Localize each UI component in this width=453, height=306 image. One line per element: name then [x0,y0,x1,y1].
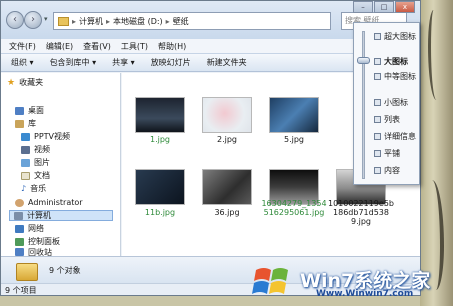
nav-pictures[interactable]: 图片 [21,157,50,168]
thumbnail-image [135,169,185,205]
content-icon [374,167,381,174]
view-option-medium-icons[interactable]: 中等图标 [374,71,416,82]
library-icon [15,119,24,128]
nav-music[interactable]: ♪ 音乐 [21,183,46,194]
view-menu: 超大图标 大图标 中等图标 小图标 列表 详细信息 平铺 内容 [353,22,420,185]
view-option-tiles[interactable]: 平铺 [374,148,400,159]
slideshow-button[interactable]: 放映幻灯片 [151,57,191,68]
new-folder-button[interactable]: 新建文件夹 [207,57,247,68]
nav-computer[interactable]: 计算机 [9,210,113,221]
document-icon [21,171,30,180]
share-button[interactable]: 共享 ▾ [112,57,135,68]
thumbnail-image [202,97,252,133]
extra-large-icons-icon [374,33,381,40]
slider-thumb[interactable] [357,57,370,64]
calligraphy-stroke [428,10,442,100]
medium-icons-icon [374,73,381,80]
nav-administrator[interactable]: Administrator [15,197,83,208]
organize-button[interactable]: 组织 ▾ [11,57,34,68]
small-icons-icon [374,99,381,106]
nav-favorites[interactable]: ★ 收藏夹 [7,77,43,88]
nav-desktop[interactable]: 桌面 [15,105,44,116]
computer-icon [14,211,23,220]
list-icon [374,116,381,123]
breadcrumb-computer[interactable]: 计算机 [79,16,103,27]
nav-recycle-bin[interactable]: 回收站 [15,248,52,256]
breadcrumb-wallpaper[interactable]: 壁纸 [173,16,189,27]
menu-edit[interactable]: 编辑(E) [46,41,73,52]
window-controls: – □ x [353,1,415,13]
menu-file[interactable]: 文件(F) [9,41,36,52]
desktop-background [420,0,453,306]
watermark-url: Www.Winwin7.com [316,289,414,299]
large-icons-icon [374,58,381,65]
network-icon [15,224,24,233]
view-option-details[interactable]: 详细信息 [374,131,416,142]
nav-documents[interactable]: 文档 [21,170,50,181]
windows-logo-icon [252,268,288,294]
menu-tools[interactable]: 工具(T) [121,41,148,52]
recycle-bin-icon [15,248,24,256]
thumbnail-image [269,97,319,133]
breadcrumb-drive-d[interactable]: 本地磁盘 (D:) [113,16,163,27]
music-icon: ♪ [21,184,27,193]
user-icon [15,198,24,207]
menu-view[interactable]: 查看(V) [83,41,111,52]
menu-help[interactable]: 帮助(H) [158,41,186,52]
folder-icon [58,16,69,26]
control-panel-icon [15,237,24,246]
view-option-content[interactable]: 内容 [374,165,400,176]
view-size-slider[interactable] [362,31,365,179]
maximize-button[interactable]: □ [374,1,394,13]
item-count: 9 个对象 [49,266,81,275]
navigation-pane: ★ 收藏夹 桌面 库 PPTV视频 视频 图片 文档 ♪ 音乐 Administ… [1,73,121,256]
details-icon [374,133,381,140]
star-icon: ★ [7,77,16,88]
back-button[interactable]: ‹ [6,11,24,29]
recent-pages-chevron-icon[interactable]: ▾ [44,15,48,23]
view-option-extra-large-icons[interactable]: 超大图标 [374,31,416,42]
pptv-icon [21,132,30,141]
video-icon [21,145,30,154]
thumbnail-image [135,97,185,133]
nav-control-panel[interactable]: 控制面板 [15,236,60,247]
thumbnail-image [202,169,252,205]
folder-icon [16,263,38,281]
close-button[interactable]: x [395,1,415,13]
view-option-list[interactable]: 列表 [374,114,400,125]
nav-libraries[interactable]: 库 [15,118,36,129]
include-in-library-button[interactable]: 包含到库中 ▾ [50,57,97,68]
nav-pptv-video[interactable]: PPTV视频 [21,131,70,142]
nav-video[interactable]: 视频 [21,144,50,155]
view-option-large-icons[interactable]: 大图标 [374,56,408,67]
picture-icon [21,158,30,167]
view-option-small-icons[interactable]: 小图标 [374,97,408,108]
nav-network[interactable]: 网络 [15,223,44,234]
minimize-button[interactable]: – [353,1,373,13]
forward-button[interactable]: › [24,11,42,29]
address-bar[interactable]: ▸ 计算机 ▸ 本地磁盘 (D:) ▸ 壁纸 [53,12,331,30]
desktop-icon [15,106,24,115]
tiles-icon [374,150,381,157]
